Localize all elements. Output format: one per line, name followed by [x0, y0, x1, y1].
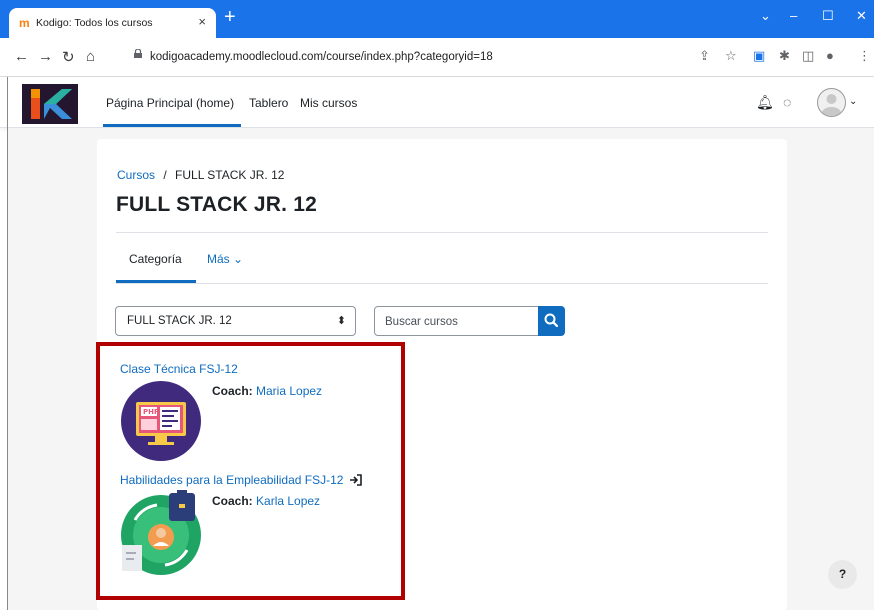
bookmark-star-icon[interactable]: ☆: [725, 48, 737, 64]
lock-icon: [134, 49, 142, 58]
search-icon: [544, 313, 559, 328]
search-button[interactable]: [538, 306, 565, 336]
tab-mas-dropdown[interactable]: Más ⌄: [207, 252, 243, 266]
back-icon[interactable]: ←: [14, 48, 29, 65]
user-menu-chevron-down-icon[interactable]: ⌄: [849, 96, 857, 107]
moodle-favicon-icon: m: [19, 16, 30, 30]
search-placeholder: Buscar cursos: [385, 316, 458, 328]
url-text: kodigoacademy.moodlecloud.com/course/ind…: [150, 51, 493, 63]
forward-icon[interactable]: →: [38, 48, 53, 65]
save-extension-icon[interactable]: ▣: [753, 48, 765, 64]
coach-label: Coach:: [212, 494, 253, 508]
new-tab-button[interactable]: +: [224, 7, 236, 27]
category-select[interactable]: FULL STACK JR. 12 ⬍: [115, 306, 356, 336]
close-window-button[interactable]: ✕: [856, 8, 867, 24]
course-coach: Coach: Karla Lopez: [212, 494, 320, 508]
employability-cycle-icon[interactable]: [117, 490, 205, 576]
course-link[interactable]: Habilidades para la Empleabilidad FSJ-12: [120, 473, 343, 487]
moodle-navbar: Página Principal (home) Tablero Mis curs…: [0, 77, 874, 128]
notifications-bell-icon[interactable]: 🔔︎: [756, 94, 774, 111]
reload-icon[interactable]: ↻: [62, 48, 75, 66]
menu-kebab-icon[interactable]: ⋮: [858, 48, 871, 64]
breadcrumb-separator: /: [163, 168, 167, 182]
share-icon[interactable]: ⇪: [699, 48, 710, 64]
kodigo-logo-icon: [31, 89, 72, 119]
sign-in-icon[interactable]: [349, 474, 362, 486]
coach-label: Coach:: [212, 384, 253, 398]
search-courses-input[interactable]: Buscar cursos: [374, 306, 539, 336]
category-select-value: FULL STACK JR. 12: [127, 315, 232, 327]
browser-tab-bar: m Kodigo: Todos los cursos × + ⌄ – ☐ ✕: [0, 0, 874, 38]
page-title: FULL STACK JR. 12: [116, 193, 317, 216]
divider: [116, 283, 768, 284]
tab-close-button[interactable]: ×: [198, 14, 206, 29]
nav-my-courses-link[interactable]: Mis cursos: [300, 96, 357, 110]
side-panel-icon[interactable]: ◫: [802, 48, 814, 64]
help-button[interactable]: ?: [828, 560, 857, 589]
php-html-monitor-icon[interactable]: PHP: [120, 380, 202, 462]
page-left-border: [7, 77, 8, 610]
select-updown-icon: ⬍: [336, 315, 346, 327]
divider: [116, 232, 768, 233]
messages-chat-icon[interactable]: ◌: [783, 94, 791, 110]
svg-text:PHP: PHP: [143, 408, 159, 416]
extensions-icon[interactable]: ✱: [779, 48, 790, 64]
breadcrumb-courses-link[interactable]: Cursos: [117, 168, 155, 182]
kodigo-logo[interactable]: [22, 84, 78, 124]
coach-name-link[interactable]: Maria Lopez: [256, 384, 322, 398]
breadcrumb: Cursos / FULL STACK JR. 12: [117, 168, 284, 182]
home-icon[interactable]: ⌂: [86, 48, 95, 65]
address-bar[interactable]: kodigoacademy.moodlecloud.com/course/ind…: [126, 44, 690, 71]
tab-title: Kodigo: Todos los cursos: [36, 17, 153, 29]
tab-search-icon[interactable]: ⌄: [760, 8, 771, 24]
tab-categoria[interactable]: Categoría: [129, 252, 182, 266]
coach-name-link[interactable]: Karla Lopez: [256, 494, 320, 508]
browser-tab[interactable]: m Kodigo: Todos los cursos ×: [9, 8, 216, 38]
nav-home-link[interactable]: Página Principal (home): [106, 96, 234, 110]
maximize-button[interactable]: ☐: [822, 8, 834, 24]
nav-active-indicator: [103, 124, 241, 127]
address-toolbar: ← → ↻ ⌂ kodigoacademy.moodlecloud.com/co…: [0, 38, 874, 77]
user-avatar[interactable]: [817, 88, 846, 117]
profile-icon[interactable]: ●: [826, 48, 834, 63]
user-avatar-icon: [821, 94, 842, 116]
minimize-button[interactable]: –: [790, 8, 797, 23]
breadcrumb-current: FULL STACK JR. 12: [175, 168, 285, 182]
nav-dashboard-link[interactable]: Tablero: [249, 96, 288, 110]
course-link[interactable]: Clase Técnica FSJ-12: [120, 362, 238, 376]
course-coach: Coach: Maria Lopez: [212, 384, 322, 398]
